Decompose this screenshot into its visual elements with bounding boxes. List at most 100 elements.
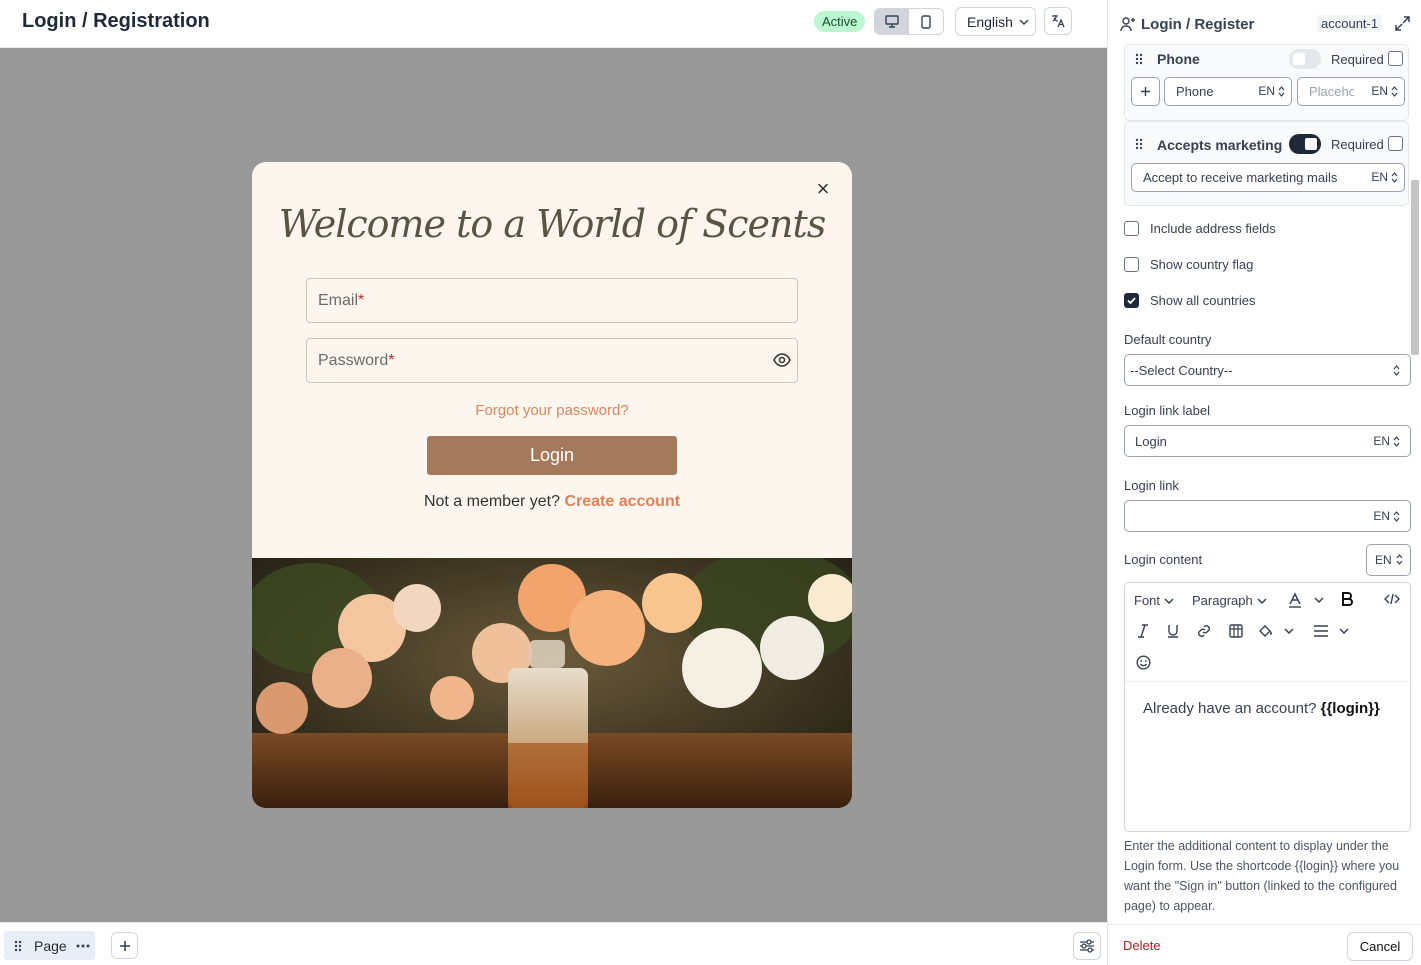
marketing-label: Accepts marketing	[1157, 137, 1283, 153]
login-link-label-input[interactable]: Login EN	[1124, 425, 1411, 457]
code-view-button[interactable]	[1384, 593, 1400, 605]
translate-button[interactable]	[1044, 7, 1072, 35]
account-tag: account-1	[1317, 15, 1383, 32]
page-title: Login / Registration	[22, 10, 210, 32]
bold-button[interactable]	[1341, 592, 1353, 606]
marketing-text-value: Accept to receive marketing mails	[1143, 170, 1338, 185]
include-address-checkbox[interactable]	[1124, 221, 1139, 236]
phone-label-input[interactable]: Phone EN	[1164, 77, 1292, 106]
login-modal: × Welcome to a World of Scents Email * Pa…	[252, 162, 852, 808]
fill-color-button[interactable]	[1258, 624, 1294, 638]
chevron-updown-icon	[1393, 365, 1400, 376]
user-add-icon	[1120, 17, 1135, 32]
chevron-updown-icon	[1278, 85, 1285, 97]
lang-select[interactable]: EN	[1373, 509, 1400, 523]
sliders-icon	[1080, 939, 1094, 953]
emoji-button[interactable]	[1136, 655, 1151, 670]
settings-button[interactable]	[1073, 932, 1101, 960]
lang-select[interactable]: EN	[1371, 84, 1398, 98]
login-link-label-label: Login link label	[1124, 403, 1211, 418]
password-field[interactable]: Password *	[306, 338, 798, 383]
font-dropdown[interactable]: Font	[1134, 593, 1174, 608]
lang-select[interactable]: EN	[1373, 434, 1400, 448]
drag-handle-icon[interactable]	[1135, 53, 1143, 65]
login-content-editor: Font Paragraph Already have an account? …	[1124, 582, 1412, 833]
desktop-view-button[interactable]	[875, 9, 909, 34]
show-country-flag-checkbox[interactable]	[1124, 257, 1139, 272]
underline-button[interactable]	[1167, 624, 1179, 638]
italic-button[interactable]	[1137, 624, 1149, 638]
perfume-flowers-image	[252, 558, 852, 808]
text-color-icon	[1289, 592, 1301, 608]
cancel-button[interactable]: Cancel	[1347, 932, 1413, 961]
paragraph-dropdown[interactable]: Paragraph	[1192, 593, 1267, 608]
forgot-password-link[interactable]: Forgot your password?	[252, 402, 852, 419]
email-field[interactable]: Email *	[306, 278, 798, 323]
link-button[interactable]	[1197, 624, 1211, 638]
panel-scrollbar[interactable]	[1411, 180, 1419, 355]
underline-icon	[1168, 625, 1178, 638]
drag-handle-icon[interactable]	[1135, 138, 1143, 150]
panel-title: Login / Register	[1141, 16, 1255, 33]
lang-value: EN	[1371, 84, 1388, 98]
phone-placeholder-input[interactable]: Placeho EN	[1297, 77, 1405, 106]
bold-icon	[1342, 592, 1353, 606]
paragraph-label: Paragraph	[1192, 593, 1253, 608]
code-icon	[1384, 593, 1400, 605]
delete-button[interactable]: Delete	[1123, 938, 1161, 953]
phone-required-checkbox[interactable]	[1388, 51, 1403, 66]
lang-value: EN	[1371, 170, 1388, 184]
login-content-help-text: Enter the additional content to display …	[1124, 839, 1400, 913]
default-country-label: Default country	[1124, 332, 1212, 347]
panel-header: Login / Register account-1	[1108, 0, 1421, 48]
editor-content-area[interactable]: Already have an account? {{login}}	[1125, 681, 1412, 833]
add-phone-option-button[interactable]	[1131, 77, 1160, 106]
top-bar: Login / Registration Active English	[0, 0, 1107, 48]
language-select[interactable]: English	[955, 7, 1036, 36]
lang-select[interactable]: EN	[1371, 170, 1398, 184]
expand-icon[interactable]	[1395, 16, 1410, 31]
show-all-countries-checkbox[interactable]	[1124, 293, 1139, 308]
default-country-select[interactable]: --Select Country--	[1124, 354, 1411, 386]
add-page-button[interactable]	[111, 932, 138, 959]
login-button[interactable]: Login	[427, 436, 677, 475]
member-line: Not a member yet? Create account	[252, 493, 852, 511]
marketing-required-checkbox[interactable]	[1388, 136, 1403, 151]
drag-handle-icon[interactable]	[14, 940, 22, 952]
phone-enabled-toggle[interactable]	[1289, 49, 1321, 69]
email-placeholder: Email	[318, 291, 359, 309]
chevron-updown-icon	[1391, 85, 1398, 97]
table-icon	[1229, 624, 1243, 638]
marketing-required-label: Required	[1331, 137, 1384, 152]
marketing-text-input[interactable]: Accept to receive marketing mails EN	[1131, 163, 1405, 192]
login-content-lang-select[interactable]: EN	[1366, 544, 1411, 576]
more-icon[interactable]	[76, 944, 90, 948]
chevron-updown-icon	[1391, 171, 1398, 183]
plus-icon	[119, 940, 130, 951]
bottom-bar: Page	[0, 922, 1107, 965]
login-link-label: Login link	[1124, 478, 1179, 493]
font-label: Font	[1134, 593, 1161, 608]
text-color-button[interactable]	[1288, 592, 1324, 608]
phone-placeholder-value: Placeho	[1309, 84, 1354, 99]
eye-icon[interactable]	[773, 351, 791, 369]
panel-footer: Delete Cancel	[1108, 924, 1421, 965]
marketing-enabled-toggle[interactable]	[1289, 134, 1321, 154]
table-button[interactable]	[1229, 624, 1243, 638]
page-tab[interactable]: Page	[4, 931, 95, 960]
show-all-countries-label: Show all countries	[1150, 293, 1256, 308]
mobile-view-button[interactable]	[909, 9, 943, 34]
desktop-icon	[885, 15, 899, 28]
lang-select[interactable]: EN	[1258, 84, 1285, 98]
include-address-label: Include address fields	[1150, 221, 1276, 236]
create-account-link[interactable]: Create account	[564, 493, 680, 510]
chevron-down-icon	[1164, 597, 1174, 604]
chevron-down-icon	[1284, 628, 1294, 634]
close-icon[interactable]: ×	[814, 178, 832, 200]
login-link-input[interactable]: EN	[1124, 500, 1411, 532]
phone-required-label: Required	[1331, 52, 1384, 67]
align-button[interactable]	[1313, 625, 1349, 637]
login-link-label-value: Login	[1135, 433, 1167, 449]
settings-panel: Login / Register account-1 Phone Require…	[1107, 0, 1421, 965]
preview-canvas: × Welcome to a World of Scents Email * Pa…	[0, 48, 1107, 922]
